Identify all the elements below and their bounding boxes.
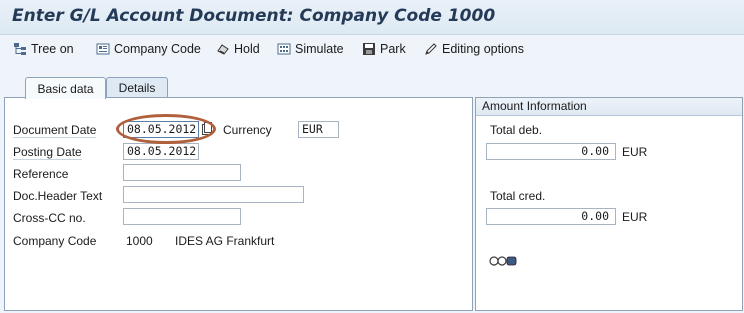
hold-button[interactable]: Hold <box>216 41 260 57</box>
cross-cc-no-field[interactable] <box>123 208 241 225</box>
doc-header-text-field[interactable] <box>123 186 304 203</box>
total-deb-currency: EUR <box>622 145 648 159</box>
editing-options-button[interactable]: Editing options <box>424 41 524 57</box>
tab-details[interactable]: Details <box>106 77 168 98</box>
company-code-value: 1000 <box>126 234 153 248</box>
pencil-icon <box>424 42 438 56</box>
title-bar: Enter G/L Account Document: Company Code… <box>0 0 744 35</box>
simulate-button[interactable]: Simulate <box>277 41 344 57</box>
company-code-field-label: Company Code <box>13 234 97 248</box>
tree-on-button[interactable]: Tree on <box>13 41 74 57</box>
total-cred-field: 0.00 <box>486 208 616 225</box>
tab-basic-data[interactable]: Basic data <box>25 77 106 99</box>
reference-field[interactable] <box>123 164 241 181</box>
page-title: Enter G/L Account Document: Company Code… <box>12 6 496 26</box>
amount-information-heading: Amount Information <box>476 98 742 116</box>
total-deb-label: Total deb. <box>490 123 543 137</box>
total-deb-field: 0.00 <box>486 143 616 160</box>
document-date-label: Document Date <box>13 123 97 138</box>
currency-label: Currency <box>223 123 272 137</box>
tree-icon <box>13 42 27 56</box>
document-date-field[interactable]: 08.05.2012 <box>123 121 199 138</box>
total-cred-currency: EUR <box>622 210 648 224</box>
tree-on-label: Tree on <box>31 42 74 56</box>
company-code-label: Company Code <box>114 42 201 56</box>
currency-field[interactable]: EUR <box>298 121 339 138</box>
hold-label: Hold <box>234 42 260 56</box>
company-code-icon <box>96 42 110 56</box>
company-code-button[interactable]: Company Code <box>96 41 201 57</box>
editing-options-label: Editing options <box>442 42 525 56</box>
park-label: Park <box>380 42 406 56</box>
calendar-icon[interactable] <box>201 122 213 136</box>
cross-cc-no-label: Cross-CC no. <box>13 211 86 225</box>
company-code-name: IDES AG Frankfurt <box>175 234 275 248</box>
park-icon <box>362 42 376 56</box>
simulate-icon <box>277 42 291 56</box>
simulate-label: Simulate <box>295 42 344 56</box>
park-button[interactable]: Park <box>362 41 406 57</box>
reference-label: Reference <box>13 167 69 181</box>
application-toolbar: Tree on Company Code Hold Simulate Park … <box>0 35 744 63</box>
traffic-light-icon <box>489 255 519 267</box>
doc-header-text-label: Doc.Header Text <box>13 189 103 203</box>
posting-date-field[interactable]: 08.05.2012 <box>123 143 199 160</box>
hold-icon <box>216 42 230 56</box>
posting-date-label: Posting Date <box>13 145 82 160</box>
total-cred-label: Total cred. <box>490 189 546 203</box>
